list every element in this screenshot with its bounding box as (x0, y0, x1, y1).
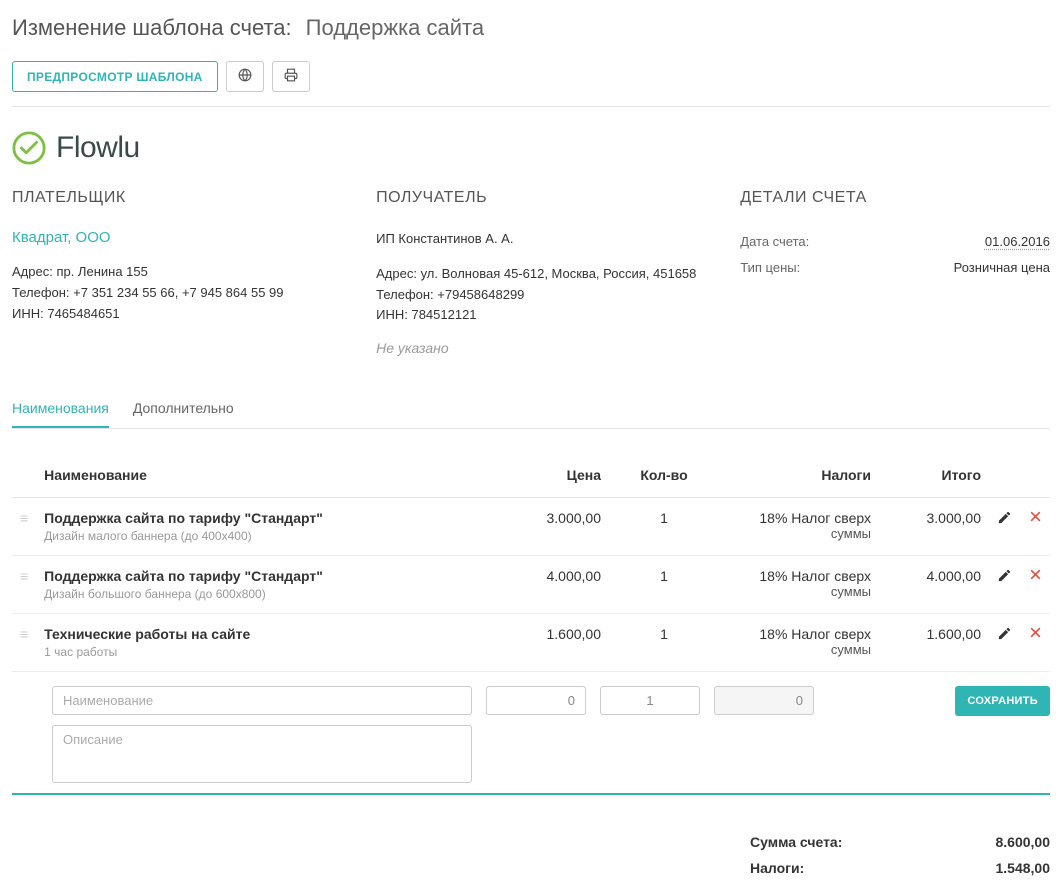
items-table: Наименование Цена Кол-во Налоги Итого ≡ П… (12, 457, 1050, 672)
page-title-value: Поддержка сайта (306, 15, 484, 41)
preview-template-button[interactable]: ПРЕДПРОСМОТР ШАБЛОНА (12, 61, 218, 92)
invoice-details-title: ДЕТАЛИ СЧЕТА (740, 189, 1050, 207)
total-sum-value: 8.600,00 (996, 834, 1051, 850)
recipient-phone: Телефон: +79458648299 (376, 285, 720, 306)
price-type-value: Розничная цена (954, 255, 1050, 281)
logo-check-icon (12, 131, 46, 165)
item-desc: Дизайн большого баннера (до 600х800) (44, 587, 491, 601)
toolbar: ПРЕДПРОСМОТР ШАБЛОНА (12, 51, 1050, 107)
item-desc: 1 час работы (44, 645, 491, 659)
logo: Flowlu (12, 107, 1050, 189)
page-header: Изменение шаблона счета: Поддержка сайта (12, 0, 1050, 51)
item-qty: 1 (609, 556, 719, 614)
tabs: Наименования Дополнительно (12, 390, 1050, 429)
table-row: ≡ Поддержка сайта по тарифу "Стандарт" Диз… (12, 498, 1050, 556)
new-item-qty-input[interactable] (600, 686, 700, 715)
invoice-date-label: Дата счета: (740, 229, 809, 255)
edit-icon[interactable] (997, 626, 1012, 641)
item-price: 1.600,00 (499, 614, 609, 672)
delete-icon[interactable] (1029, 626, 1042, 639)
drag-handle-icon[interactable]: ≡ (12, 498, 36, 556)
item-tax: 18% Налог сверх (727, 568, 871, 584)
item-qty: 1 (609, 614, 719, 672)
col-name: Наименование (36, 457, 499, 498)
totals: Сумма счета: 8.600,00 Налоги: 1.548,00 (12, 829, 1050, 881)
recipient-not-specified: Не указано (376, 340, 720, 356)
logo-text: Flowlu (56, 131, 140, 165)
payer-section: ПЛАТЕЛЬЩИК Квадрат, ООО Адрес: пр. Ленин… (12, 189, 356, 356)
tab-extra[interactable]: Дополнительно (133, 390, 234, 428)
total-tax-value: 1.548,00 (996, 860, 1051, 876)
tab-names[interactable]: Наименования (12, 390, 109, 428)
invoice-date-value[interactable]: 01.06.2016 (985, 229, 1050, 255)
add-item-row: СОХРАНИТЬ (12, 672, 1050, 795)
recipient-address: Адрес: ул. Волновая 45-612, Москва, Росс… (376, 264, 720, 285)
recipient-title: ПОЛУЧАТЕЛЬ (376, 189, 720, 207)
edit-icon[interactable] (997, 568, 1012, 583)
item-total: 4.000,00 (879, 556, 989, 614)
delete-icon[interactable] (1029, 568, 1042, 581)
payer-title: ПЛАТЕЛЬЩИК (12, 189, 356, 207)
item-tax-sub: суммы (727, 584, 871, 599)
item-desc: Дизайн малого баннера (до 400х400) (44, 529, 491, 543)
globe-icon (238, 68, 252, 85)
edit-icon[interactable] (997, 510, 1012, 525)
table-row: ≡ Поддержка сайта по тарифу "Стандарт" Диз… (12, 556, 1050, 614)
item-tax-sub: суммы (727, 642, 871, 657)
drag-handle-icon[interactable]: ≡ (12, 614, 36, 672)
payer-phone: Телефон: +7 351 234 55 66, +7 945 864 55… (12, 283, 356, 304)
payer-name[interactable]: Квадрат, ООО (12, 229, 356, 246)
item-qty: 1 (609, 498, 719, 556)
item-total: 1.600,00 (879, 614, 989, 672)
col-total: Итого (879, 457, 989, 498)
item-price: 3.000,00 (499, 498, 609, 556)
col-qty: Кол-во (609, 457, 719, 498)
item-tax: 18% Налог сверх (727, 626, 871, 642)
price-type-label: Тип цены: (740, 255, 800, 281)
new-item-price-input[interactable] (486, 686, 586, 715)
payer-address: Адрес: пр. Ленина 155 (12, 262, 356, 283)
item-title: Поддержка сайта по тарифу "Стандарт" (44, 568, 491, 584)
total-sum-label: Сумма счета: (750, 834, 842, 850)
drag-handle-icon[interactable]: ≡ (12, 556, 36, 614)
invoice-details-section: ДЕТАЛИ СЧЕТА Дата счета: 01.06.2016 Тип … (740, 189, 1050, 356)
new-item-total-input (714, 686, 814, 715)
item-title: Поддержка сайта по тарифу "Стандарт" (44, 510, 491, 526)
item-title: Технические работы на сайте (44, 626, 491, 642)
col-tax: Налоги (719, 457, 879, 498)
recipient-section: ПОЛУЧАТЕЛЬ ИП Константинов А. А. Адрес: … (376, 189, 720, 356)
col-price: Цена (499, 457, 609, 498)
total-tax-label: Налоги: (750, 860, 804, 876)
payer-inn: ИНН: 7465484651 (12, 304, 356, 325)
save-item-button[interactable]: СОХРАНИТЬ (955, 686, 1050, 716)
recipient-inn: ИНН: 784512121 (376, 305, 720, 326)
item-total: 3.000,00 (879, 498, 989, 556)
item-tax: 18% Налог сверх (727, 510, 871, 526)
globe-button[interactable] (226, 61, 264, 92)
print-icon (284, 68, 298, 85)
item-tax-sub: суммы (727, 526, 871, 541)
print-button[interactable] (272, 61, 310, 92)
page-title-label: Изменение шаблона счета: (12, 15, 292, 41)
new-item-name-input[interactable] (52, 686, 472, 715)
recipient-name: ИП Константинов А. А. (376, 229, 720, 250)
table-row: ≡ Технические работы на сайте 1 час работы… (12, 614, 1050, 672)
item-price: 4.000,00 (499, 556, 609, 614)
delete-icon[interactable] (1029, 510, 1042, 523)
new-item-desc-input[interactable] (52, 725, 472, 783)
